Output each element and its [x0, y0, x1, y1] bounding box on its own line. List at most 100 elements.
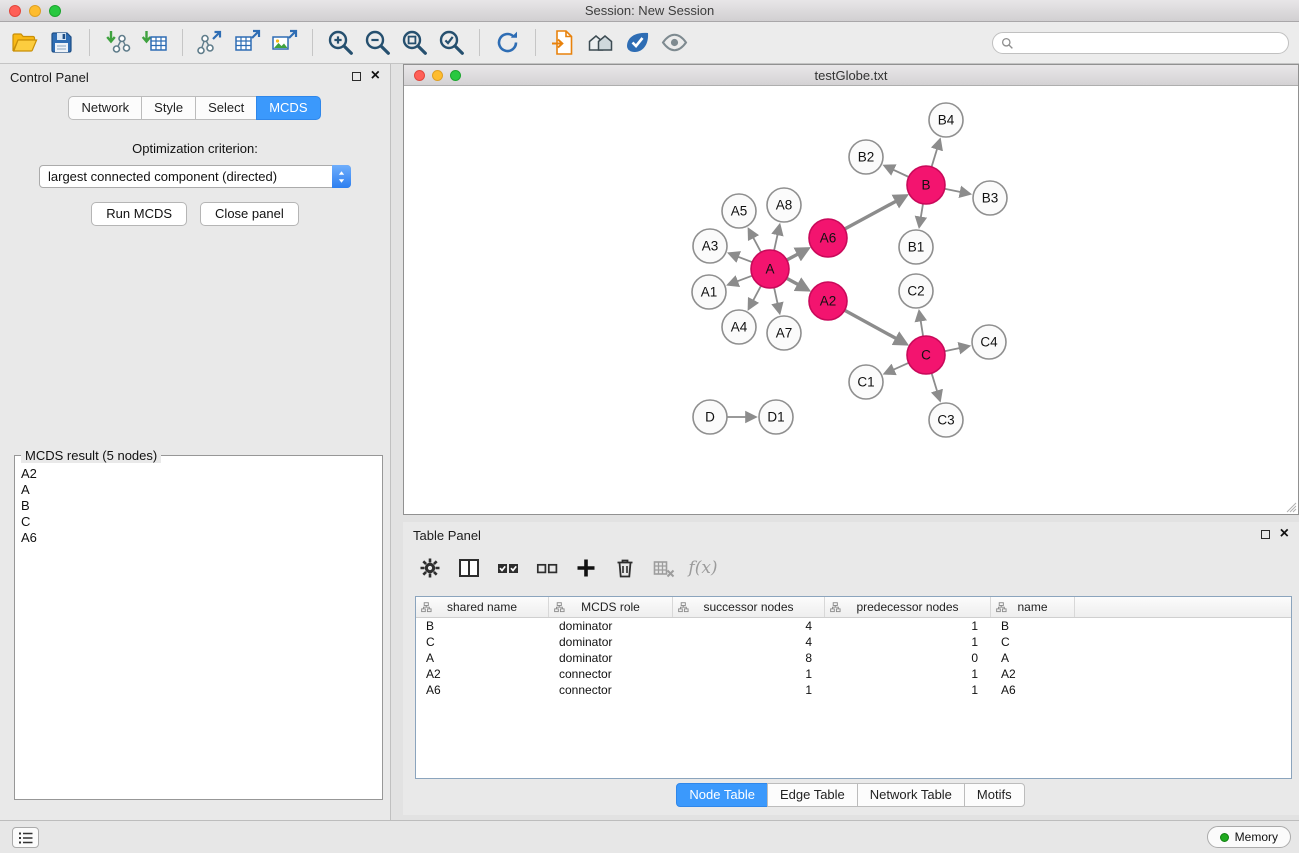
- gear-button[interactable]: [413, 551, 447, 585]
- column-header-successor-nodes[interactable]: successor nodes: [673, 597, 825, 617]
- tab-motifs[interactable]: Motifs: [964, 783, 1025, 807]
- node-B[interactable]: B: [907, 166, 945, 204]
- edge-C-C4[interactable]: [945, 346, 968, 351]
- table-row[interactable]: A2connector11A2: [416, 666, 1291, 682]
- node-B1[interactable]: B1: [899, 230, 933, 264]
- table-row[interactable]: A6connector11A6: [416, 682, 1291, 698]
- node-A[interactable]: A: [751, 250, 789, 288]
- table-row[interactable]: Cdominator41C: [416, 634, 1291, 650]
- open-folder-button[interactable]: [6, 24, 43, 61]
- tab-style[interactable]: Style: [141, 96, 196, 120]
- float-table-panel-button[interactable]: [1261, 530, 1270, 539]
- add-button[interactable]: [569, 551, 603, 585]
- node-C3[interactable]: C3: [929, 403, 963, 437]
- export-image-button[interactable]: [266, 24, 303, 61]
- zoom-fit-button[interactable]: [396, 24, 433, 61]
- document-export-button[interactable]: [545, 24, 582, 61]
- import-network-button[interactable]: [99, 24, 136, 61]
- node-C1[interactable]: C1: [849, 365, 883, 399]
- node-A4[interactable]: A4: [722, 310, 756, 344]
- node-D1[interactable]: D1: [759, 400, 793, 434]
- close-control-panel-button[interactable]: ×: [371, 71, 380, 81]
- edge-B-B4[interactable]: [932, 141, 940, 167]
- node-C2[interactable]: C2: [899, 274, 933, 308]
- node-C[interactable]: C: [907, 336, 945, 374]
- column-header-mcds-role[interactable]: MCDS role: [549, 597, 673, 617]
- float-control-panel-button[interactable]: [352, 72, 361, 81]
- edge-A-A4[interactable]: [749, 286, 761, 308]
- edge-A-A5[interactable]: [749, 230, 761, 252]
- node-A6[interactable]: A6: [809, 219, 847, 257]
- node-C4[interactable]: C4: [972, 325, 1006, 359]
- column-header-name[interactable]: name: [991, 597, 1075, 617]
- zoom-selected-button[interactable]: [433, 24, 470, 61]
- column-header-predecessor-nodes[interactable]: predecessor nodes: [825, 597, 991, 617]
- tab-node-table[interactable]: Node Table: [676, 783, 768, 807]
- run-mcds-button[interactable]: Run MCDS: [91, 202, 187, 226]
- select-all-button[interactable]: [491, 551, 525, 585]
- zoom-in-button[interactable]: [322, 24, 359, 61]
- result-item[interactable]: A: [21, 482, 376, 498]
- panel-list-button[interactable]: [12, 827, 39, 848]
- export-table-button[interactable]: [229, 24, 266, 61]
- node-A1[interactable]: A1: [692, 275, 726, 309]
- column-header-shared-name[interactable]: shared name: [416, 597, 549, 617]
- edge-C-C1[interactable]: [886, 363, 909, 373]
- edge-C-C2[interactable]: [919, 313, 923, 337]
- resize-grip-icon[interactable]: [1285, 501, 1297, 513]
- table-row[interactable]: Bdominator41B: [416, 618, 1291, 634]
- node-A3[interactable]: A3: [693, 229, 727, 263]
- close-panel-button[interactable]: Close panel: [200, 202, 299, 226]
- edge-B-B3[interactable]: [945, 189, 969, 194]
- tab-mcds[interactable]: MCDS: [256, 96, 320, 120]
- node-D[interactable]: D: [693, 400, 727, 434]
- criterion-select[interactable]: largest connected component (directed): [39, 165, 351, 188]
- edge-A-A1[interactable]: [730, 276, 753, 285]
- edge-A2-C[interactable]: [845, 310, 905, 343]
- result-item[interactable]: A2: [21, 466, 376, 482]
- edge-B-B1[interactable]: [920, 204, 924, 226]
- network-graph[interactable]: B4 B2 B B3 A5 A8A6 A3 B1 A C2 A1 A2 A4 A7 C4 C C1 D D1 C3: [404, 86, 1298, 514]
- deselect-all-button[interactable]: [530, 551, 564, 585]
- edge-A-A2[interactable]: [787, 278, 807, 289]
- node-B2[interactable]: B2: [849, 140, 883, 174]
- fx-button[interactable]: f(x): [686, 551, 720, 585]
- node-A7[interactable]: A7: [767, 316, 801, 350]
- result-item[interactable]: A6: [21, 530, 376, 546]
- node-A8[interactable]: A8: [767, 188, 801, 222]
- network-window-titlebar[interactable]: testGlobe.txt: [404, 65, 1298, 86]
- table-row[interactable]: Adominator80A: [416, 650, 1291, 666]
- edge-B-B2[interactable]: [886, 166, 909, 177]
- edge-A-A7[interactable]: [774, 288, 779, 312]
- export-network-button[interactable]: [192, 24, 229, 61]
- node-A5[interactable]: A5: [722, 194, 756, 228]
- tab-select[interactable]: Select: [195, 96, 257, 120]
- edge-A-A6[interactable]: [787, 249, 807, 260]
- result-item[interactable]: C: [21, 514, 376, 530]
- tab-network-table[interactable]: Network Table: [857, 783, 965, 807]
- search-box[interactable]: [992, 32, 1289, 54]
- result-item[interactable]: B: [21, 498, 376, 514]
- save-button[interactable]: [43, 24, 80, 61]
- import-table-button[interactable]: [136, 24, 173, 61]
- edge-A-A3[interactable]: [731, 254, 753, 262]
- trash-button[interactable]: [608, 551, 642, 585]
- delete-column-button[interactable]: [647, 551, 681, 585]
- node-B4[interactable]: B4: [929, 103, 963, 137]
- eye-button[interactable]: [656, 24, 693, 61]
- tab-edge-table[interactable]: Edge Table: [767, 783, 858, 807]
- tab-network[interactable]: Network: [68, 96, 142, 120]
- node-A2[interactable]: A2: [809, 282, 847, 320]
- columns-button[interactable]: [452, 551, 486, 585]
- refresh-button[interactable]: [489, 24, 526, 61]
- zoom-out-button[interactable]: [359, 24, 396, 61]
- node-B3[interactable]: B3: [973, 181, 1007, 215]
- edge-C-C3[interactable]: [932, 373, 940, 399]
- edge-A6-B[interactable]: [845, 196, 905, 229]
- memory-button[interactable]: Memory: [1207, 826, 1291, 848]
- edge-A-A8[interactable]: [774, 227, 779, 251]
- style-check-button[interactable]: [619, 24, 656, 61]
- home-button[interactable]: [582, 24, 619, 61]
- close-table-panel-button[interactable]: ×: [1280, 529, 1289, 539]
- search-input[interactable]: [1014, 36, 1288, 50]
